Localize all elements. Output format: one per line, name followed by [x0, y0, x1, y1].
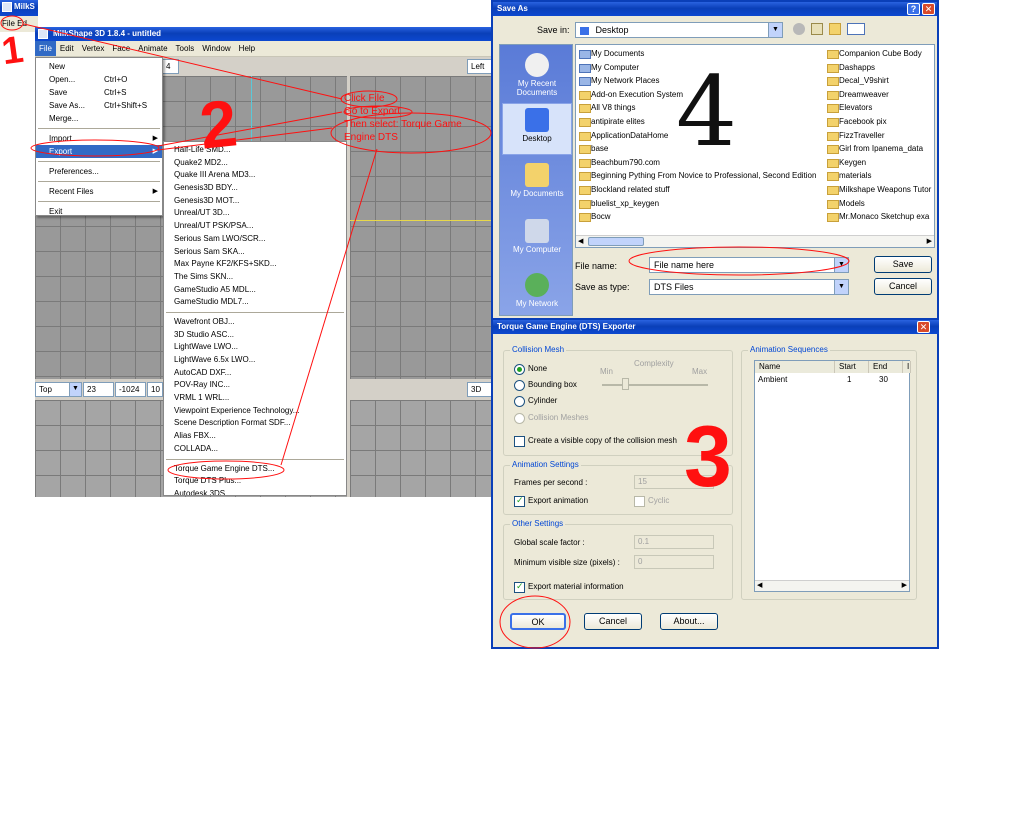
note-then-select: Then select: Torque Game	[344, 119, 462, 130]
annotation-step-2: 2	[196, 85, 241, 163]
annotation-step-3: 3	[684, 409, 732, 505]
annotation-line-2	[157, 111, 343, 147]
note-click-file: Click File	[344, 93, 385, 104]
annotation-line-4	[280, 148, 378, 466]
note-go-to-export: Go to Export	[344, 106, 401, 117]
annotation-circle-filename	[628, 246, 850, 276]
annotation-circle-ok	[499, 595, 571, 649]
annotation-circle-torque	[167, 460, 285, 480]
annotation-line-1	[23, 23, 343, 100]
annotation-step-4: 4	[676, 56, 738, 168]
annotation-line-3	[157, 127, 333, 151]
annotation-overlay	[0, 15, 850, 649]
note-engine-dts: Engine DTS	[344, 132, 398, 143]
annotation-circle-export	[30, 139, 160, 157]
